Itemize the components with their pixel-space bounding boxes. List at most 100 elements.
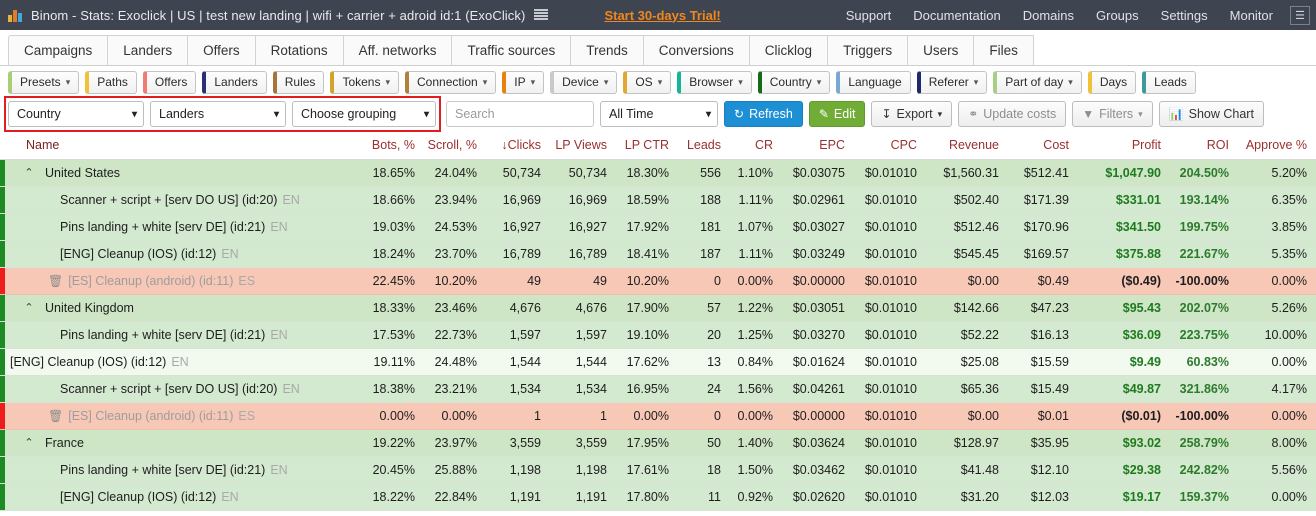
- table-row[interactable]: Scanner + script + [serv DO US] (id:20) E…: [0, 375, 1316, 403]
- tab-triggers[interactable]: Triggers: [827, 35, 909, 65]
- column-header-cr[interactable]: CR: [728, 132, 780, 160]
- column-header-lp-views[interactable]: LP Views: [548, 132, 614, 160]
- row-name-cell[interactable]: Pins landing + white [serv DE] (id:21) EN: [0, 213, 360, 241]
- chevron-up-icon[interactable]: ⌃: [22, 167, 36, 179]
- column-header-bots[interactable]: Bots, %: [360, 132, 422, 160]
- filter-chip-offers[interactable]: Offers: [142, 70, 197, 94]
- row-name-cell[interactable]: Pins landing + white [serv DE] (id:21) EN: [0, 321, 360, 349]
- table-row[interactable]: [ENG] Cleanup (IOS) (id:12) EN 18.22% 22.84…: [0, 483, 1316, 511]
- column-header-clicks[interactable]: ↓Clicks: [484, 132, 548, 160]
- row-name-cell[interactable]: [ENG] Cleanup (IOS) (id:12) EN: [0, 483, 360, 511]
- filter-chip-language[interactable]: Language: [836, 70, 911, 94]
- cell-profit: $19.17: [1076, 483, 1168, 511]
- table-row[interactable]: ⌃ France 19.22% 23.97% 3,559 3,559 17.95% 50 1.4…: [0, 429, 1316, 457]
- row-language-tag: EN: [270, 328, 288, 342]
- filter-chip-os[interactable]: OS ▾: [623, 70, 672, 94]
- column-header-leads[interactable]: Leads: [676, 132, 728, 160]
- nav-documentation[interactable]: Documentation: [902, 8, 1011, 23]
- row-name-cell[interactable]: 🗑 [ES] Cleanup (android) (id:11) ES: [0, 402, 360, 430]
- nav-support[interactable]: Support: [835, 8, 903, 23]
- start-trial-link[interactable]: Start 30-days Trial!: [604, 8, 720, 23]
- chevron-down-icon: ▾: [1068, 76, 1073, 87]
- date-range-select[interactable]: All Time ▾: [600, 101, 718, 127]
- refresh-button[interactable]: ↻ Refresh: [724, 101, 803, 127]
- list-icon[interactable]: [534, 9, 549, 21]
- show-chart-button[interactable]: 📊 Show Chart: [1158, 101, 1264, 127]
- column-header-epc[interactable]: EPC: [780, 132, 852, 160]
- chevron-down-icon: ▾: [482, 76, 488, 87]
- tab-aff-networks[interactable]: Aff. networks: [342, 35, 453, 65]
- tab-landers[interactable]: Landers: [107, 35, 189, 65]
- row-name-cell[interactable]: ⌃ United States: [0, 159, 360, 187]
- table-row[interactable]: Pins landing + white [serv DE] (id:21) EN…: [0, 321, 1316, 349]
- grouping-select-3[interactable]: Choose grouping ▾: [292, 101, 436, 127]
- table-row[interactable]: 🗑 [ES] Cleanup (android) (id:11) ES 0.00% 0.…: [0, 402, 1316, 430]
- filter-chip-tokens[interactable]: Tokens ▾: [330, 70, 399, 94]
- row-name-cell[interactable]: Pins landing + white [serv DE] (id:21) EN: [0, 456, 360, 484]
- table-row[interactable]: Pins landing + white [serv DE] (id:21) EN…: [0, 456, 1316, 484]
- tab-conversions[interactable]: Conversions: [642, 35, 750, 65]
- table-row[interactable]: Pins landing + white [serv DE] (id:21) EN…: [0, 213, 1316, 241]
- cell-lp-ctr: 18.41%: [614, 240, 676, 268]
- tab-rotations[interactable]: Rotations: [254, 35, 344, 65]
- chevron-up-icon[interactable]: ⌃: [22, 437, 36, 449]
- tab-campaigns[interactable]: Campaigns: [8, 35, 109, 65]
- row-name-cell[interactable]: Scanner + script + [serv DO US] (id:20) E…: [0, 375, 360, 403]
- filter-chip-paths[interactable]: Paths: [85, 70, 137, 94]
- nav-settings[interactable]: Settings: [1150, 8, 1219, 23]
- user-icon[interactable]: ☰: [1290, 5, 1310, 25]
- column-header-approve[interactable]: Approve %: [1236, 132, 1314, 160]
- grouping-select-1[interactable]: Country ▾: [8, 101, 144, 127]
- row-name-cell[interactable]: Scanner + script + [serv DO US] (id:20) E…: [0, 186, 360, 214]
- filter-chip-part-of-day[interactable]: Part of day ▾: [993, 70, 1082, 94]
- column-header-profit[interactable]: Profit: [1076, 132, 1168, 160]
- export-button[interactable]: ↧ Export ▾: [871, 101, 953, 127]
- column-header-lp-ctr[interactable]: LP CTR: [614, 132, 676, 160]
- filter-chip-landers[interactable]: Landers: [202, 70, 267, 94]
- grouping-select-2[interactable]: Landers ▾: [150, 101, 286, 127]
- row-name-cell[interactable]: [ENG] Cleanup (IOS) (id:12) EN: [0, 240, 360, 268]
- table-row[interactable]: 🗑 [ES] Cleanup (android) (id:11) ES 22.45% 1…: [0, 267, 1316, 295]
- table-row[interactable]: [ENG] Cleanup (IOS) (id:12) EN 19.11% 24.48…: [0, 348, 1316, 376]
- table-row[interactable]: ⌃ United States 18.65% 24.04% 50,734 50,734 18…: [0, 159, 1316, 187]
- filter-chip-ip[interactable]: IP ▾: [502, 70, 545, 94]
- filter-chip-days[interactable]: Days: [1087, 70, 1137, 94]
- column-header-name[interactable]: Name: [0, 132, 360, 160]
- cell-profit: $49.87: [1076, 375, 1168, 403]
- column-header-roi[interactable]: ROI: [1168, 132, 1236, 160]
- tab-offers[interactable]: Offers: [187, 35, 256, 65]
- row-name-cell[interactable]: ⌃ United Kingdom: [0, 294, 360, 322]
- column-header-cost[interactable]: Cost: [1006, 132, 1076, 160]
- table-row[interactable]: [ENG] Cleanup (IOS) (id:12) EN 18.24% 23.70…: [0, 240, 1316, 268]
- filter-chip-referer[interactable]: Referer ▾: [916, 70, 988, 94]
- filter-chip-device[interactable]: Device ▾: [550, 70, 618, 94]
- filter-chip-connection[interactable]: Connection ▾: [405, 70, 497, 94]
- row-status-bar: [0, 376, 5, 402]
- table-row[interactable]: ⌃ United Kingdom 18.33% 23.46% 4,676 4,676 17.…: [0, 294, 1316, 322]
- tab-clicklog[interactable]: Clicklog: [748, 35, 829, 65]
- filter-chip-browser[interactable]: Browser ▾: [677, 70, 752, 94]
- tab-trends[interactable]: Trends: [570, 35, 644, 65]
- tab-traffic-sources[interactable]: Traffic sources: [451, 35, 572, 65]
- search-input[interactable]: Search: [446, 101, 594, 127]
- column-header-scroll[interactable]: Scroll, %: [422, 132, 484, 160]
- filter-chip-presets[interactable]: Presets ▾: [8, 70, 80, 94]
- edit-button[interactable]: ✎ Edit: [808, 101, 866, 127]
- row-name-cell[interactable]: [ENG] Cleanup (IOS) (id:12) EN: [0, 348, 360, 376]
- filter-chip-country[interactable]: Country ▾: [757, 70, 831, 94]
- column-header-cpc[interactable]: CPC: [852, 132, 924, 160]
- filters-button[interactable]: ▼ Filters ▾: [1072, 101, 1153, 127]
- tab-users[interactable]: Users: [907, 35, 975, 65]
- column-header-revenue[interactable]: Revenue: [924, 132, 1006, 160]
- nav-domains[interactable]: Domains: [1012, 8, 1085, 23]
- chevron-up-icon[interactable]: ⌃: [22, 302, 36, 314]
- table-row[interactable]: Scanner + script + [serv DO US] (id:20) E…: [0, 186, 1316, 214]
- update-costs-button[interactable]: ⚭ Update costs: [958, 101, 1067, 127]
- nav-groups[interactable]: Groups: [1085, 8, 1150, 23]
- row-name-cell[interactable]: ⌃ France: [0, 429, 360, 457]
- tab-files[interactable]: Files: [973, 35, 1034, 65]
- nav-monitor[interactable]: Monitor: [1219, 8, 1284, 23]
- filter-chip-rules[interactable]: Rules: [272, 70, 325, 94]
- filter-chip-leads[interactable]: Leads: [1142, 70, 1196, 94]
- row-name-cell[interactable]: 🗑 [ES] Cleanup (android) (id:11) ES: [0, 267, 360, 295]
